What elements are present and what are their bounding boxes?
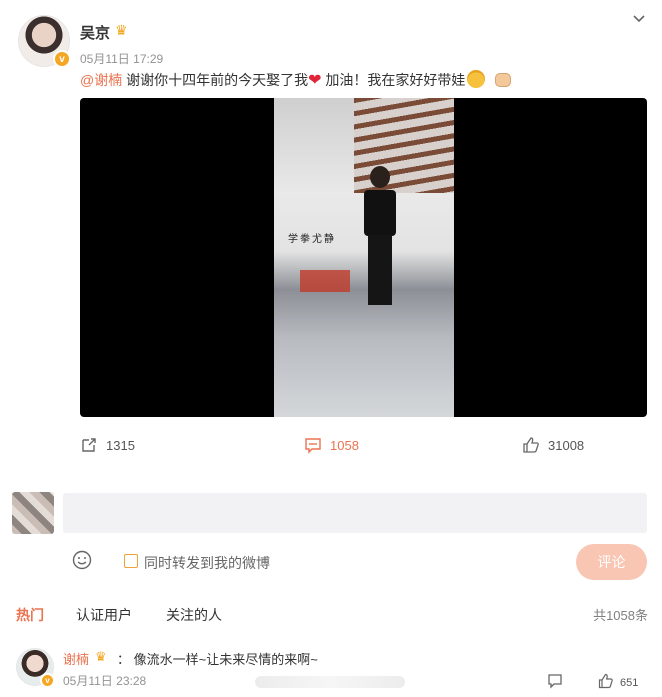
tab-following[interactable]: 关注的人	[166, 605, 222, 625]
comment-count: 1058	[330, 437, 359, 453]
like-button[interactable]: 31008	[522, 436, 584, 454]
submit-comment-button[interactable]: 评论	[576, 544, 647, 580]
mention-link[interactable]: @谢楠	[80, 72, 122, 88]
repost-checkbox[interactable]	[124, 554, 138, 568]
heart-emoji: ❤	[308, 72, 322, 89]
child-figure-body	[364, 190, 396, 236]
post-text-part-2: 加油！我在家好好带娃	[321, 72, 466, 88]
ceiling-panels	[354, 98, 454, 193]
crown-icon: ♛	[95, 649, 107, 664]
blurred-content	[255, 676, 405, 688]
fist-emoji-icon	[495, 73, 512, 87]
author-avatar[interactable]: v	[18, 15, 71, 68]
post-timestamp[interactable]: 05月11日 17:29	[80, 50, 163, 67]
child-figure-head	[370, 166, 390, 188]
comment-text: ： 像流水一样~让未来尽情的来啊~	[117, 652, 318, 667]
comment-total: 共1058条	[593, 608, 648, 623]
repost-button[interactable]: 1315	[80, 436, 135, 454]
comment-time: 05月11日 23:28	[63, 674, 147, 688]
post-text-part-1: 谢谢你十四年前的今天娶了我	[122, 72, 309, 88]
tab-verified-users[interactable]: 认证用户	[76, 605, 132, 625]
author-name[interactable]: 吴京	[80, 22, 110, 43]
like-count: 31008	[548, 437, 585, 453]
comment-like-count: 651	[620, 677, 639, 689]
verified-icon: v	[40, 673, 55, 688]
comment-button[interactable]: 1058	[304, 436, 359, 454]
grin-emoji-icon	[467, 70, 486, 88]
reply-icon[interactable]	[547, 673, 563, 689]
current-user-avatar	[12, 492, 54, 534]
wall-calligraphy: 学拳尤静	[288, 234, 336, 245]
video-frame: 学拳尤静	[274, 98, 454, 417]
repost-count: 1315	[106, 437, 135, 453]
chevron-down-icon[interactable]	[632, 12, 646, 26]
repost-checkbox-label[interactable]: 同时转发到我的微博	[144, 553, 270, 573]
floor-equipment	[300, 270, 350, 292]
verified-icon: v	[53, 50, 71, 68]
like-icon	[523, 437, 539, 453]
comment-input[interactable]	[63, 493, 647, 533]
post-content: @谢楠 谢谢你十四年前的今天娶了我❤ 加油！我在家好好带娃	[80, 70, 512, 90]
tab-hot[interactable]: 热门	[16, 605, 44, 625]
repost-icon	[82, 438, 96, 452]
comment-icon	[305, 438, 321, 454]
like-icon[interactable]	[598, 673, 614, 689]
smiley-icon[interactable]	[72, 550, 92, 570]
video-player[interactable]: 学拳尤静	[80, 98, 647, 417]
crown-icon: ♛	[115, 22, 128, 38]
child-figure-legs	[368, 235, 392, 305]
action-bar: 1315 1058 31008	[0, 436, 662, 460]
comment-username[interactable]: 谢楠	[63, 649, 89, 668]
